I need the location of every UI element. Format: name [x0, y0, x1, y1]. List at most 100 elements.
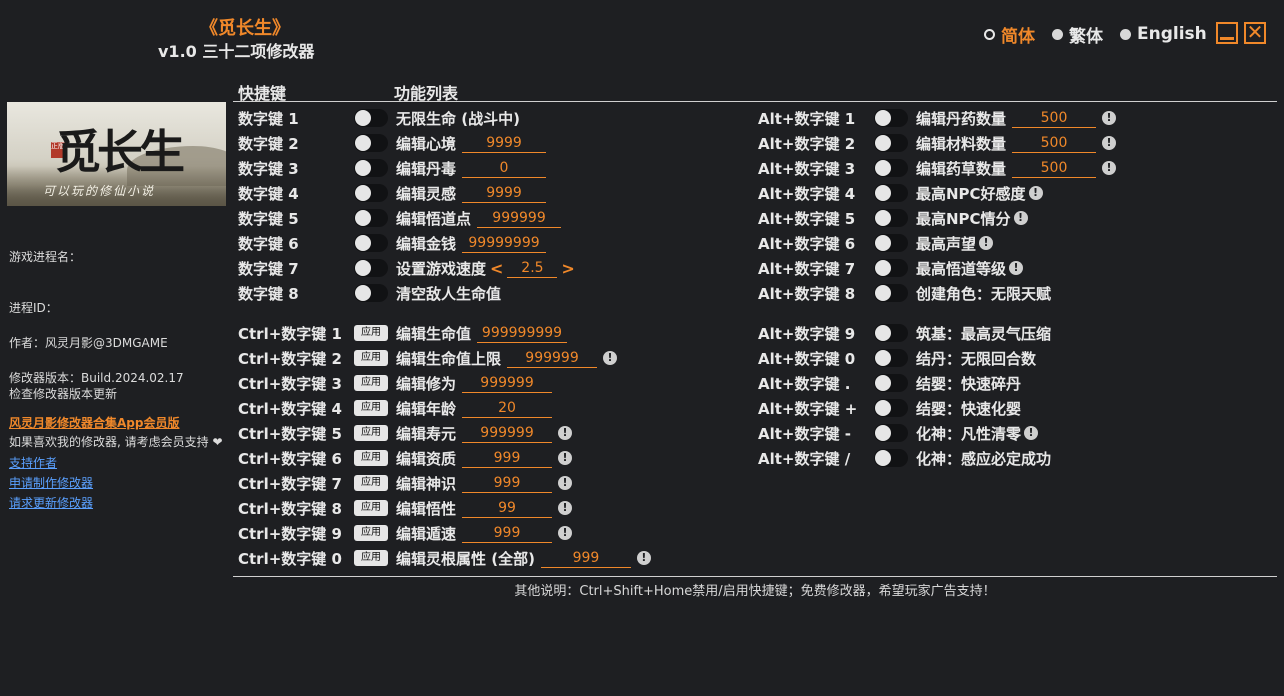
cheat-toggle[interactable]	[874, 234, 908, 252]
value-input[interactable]: 999	[541, 549, 631, 568]
cheat-row: Ctrl+数字键 1 应用 编辑生命值 999999999	[238, 322, 567, 344]
cheat-label: 编辑遁速	[396, 523, 456, 544]
info-icon[interactable]: !	[1029, 186, 1043, 200]
apply-button[interactable]: 应用	[354, 525, 388, 541]
cheat-toggle[interactable]	[354, 284, 388, 302]
info-icon[interactable]: !	[558, 426, 572, 440]
lang-simplified-option[interactable]: 简体	[984, 24, 1035, 44]
cheat-toggle[interactable]	[354, 109, 388, 127]
value-input[interactable]: 0	[462, 159, 546, 178]
value-input[interactable]: 9999	[462, 134, 546, 153]
request-update-link[interactable]: 请求更新修改器	[9, 494, 93, 511]
support-author-link[interactable]: 支持作者	[9, 454, 57, 471]
info-icon[interactable]: !	[1102, 136, 1116, 150]
cheat-toggle[interactable]	[354, 184, 388, 202]
info-icon[interactable]: !	[558, 451, 572, 465]
footer-divider	[233, 576, 1277, 577]
value-input[interactable]: 999999	[477, 209, 561, 228]
info-icon[interactable]: !	[558, 501, 572, 515]
cheat-toggle[interactable]	[354, 209, 388, 227]
value-input[interactable]: 99	[462, 499, 552, 518]
cheat-toggle[interactable]	[874, 259, 908, 277]
cheat-toggle[interactable]	[874, 109, 908, 127]
cheat-toggle[interactable]	[354, 134, 388, 152]
cheat-label: 编辑材料数量	[916, 133, 1006, 154]
value-input[interactable]: 999	[462, 449, 552, 468]
info-icon[interactable]: !	[1102, 161, 1116, 175]
cheat-toggle[interactable]	[874, 134, 908, 152]
cheat-toggle[interactable]	[354, 159, 388, 177]
value-input[interactable]: 99999999	[462, 234, 546, 253]
info-icon[interactable]: !	[603, 351, 617, 365]
info-icon[interactable]: !	[558, 476, 572, 490]
value-input[interactable]: 999	[462, 524, 552, 543]
value-input[interactable]: 999999	[462, 424, 552, 443]
cheat-label: 编辑生命值	[396, 323, 471, 344]
cheat-toggle[interactable]	[874, 424, 908, 442]
cheat-row: Ctrl+数字键 0 应用 编辑灵根属性 (全部) 999 !	[238, 547, 651, 569]
apply-button[interactable]: 应用	[354, 425, 388, 441]
apply-button[interactable]: 应用	[354, 475, 388, 491]
speed-input[interactable]: 2.5	[507, 259, 557, 278]
info-icon[interactable]: !	[637, 551, 651, 565]
cheat-toggle[interactable]	[874, 159, 908, 177]
info-icon[interactable]: !	[1024, 426, 1038, 440]
check-update-link[interactable]: 检查修改器版本更新	[9, 385, 117, 402]
cheat-toggle[interactable]	[874, 284, 908, 302]
cheat-row: Ctrl+数字键 9 应用 编辑遁速 999 !	[238, 522, 572, 544]
cheat-toggle[interactable]	[354, 259, 388, 277]
lang-traditional-option[interactable]: 繁体	[1052, 24, 1103, 44]
value-input[interactable]: 500	[1012, 134, 1096, 153]
request-trainer-link[interactable]: 申请制作修改器	[9, 474, 93, 491]
apply-button[interactable]: 应用	[354, 375, 388, 391]
minimize-button[interactable]	[1216, 22, 1238, 44]
increase-arrow-icon[interactable]: >	[561, 259, 574, 278]
cheat-row: Alt+数字键 5 最高NPC情分 !	[758, 207, 1028, 229]
cheat-label: 创建角色：无限天赋	[916, 283, 1051, 304]
cheat-row: 数字键 6 编辑金钱 99999999	[238, 232, 546, 254]
cheat-toggle[interactable]	[874, 184, 908, 202]
hotkey-label: 数字键 7	[238, 258, 354, 279]
cheat-row: 数字键 4 编辑灵感 9999	[238, 182, 546, 204]
cheat-row: 数字键 5 编辑悟道点 999999	[238, 207, 561, 229]
lang-english-option[interactable]: English	[1120, 24, 1207, 44]
game-cover-image: 正版 觅长生 可以玩的修仙小说	[7, 102, 226, 206]
info-icon[interactable]: !	[1014, 211, 1028, 225]
cheat-toggle[interactable]	[874, 324, 908, 342]
close-button[interactable]: ✕	[1244, 22, 1266, 44]
value-input[interactable]: 500	[1012, 159, 1096, 178]
info-icon[interactable]: !	[1102, 111, 1116, 125]
hotkey-label: 数字键 4	[238, 183, 354, 204]
cheat-label: 编辑悟性	[396, 498, 456, 519]
cheat-toggle[interactable]	[874, 374, 908, 392]
vip-app-link[interactable]: 风灵月影修改器合集App会员版	[9, 414, 179, 431]
apply-button[interactable]: 应用	[354, 400, 388, 416]
info-icon[interactable]: !	[979, 236, 993, 250]
value-input[interactable]: 500	[1012, 109, 1096, 128]
value-input[interactable]: 999999	[462, 374, 552, 393]
cheat-toggle[interactable]	[874, 209, 908, 227]
cheat-toggle[interactable]	[874, 449, 908, 467]
cheat-row: 数字键 3 编辑丹毒 0	[238, 157, 546, 179]
hotkey-label: Alt+数字键 8	[758, 283, 874, 304]
value-input[interactable]: 20	[462, 399, 552, 418]
apply-button[interactable]: 应用	[354, 550, 388, 566]
hotkey-label: Alt+数字键 .	[758, 373, 874, 394]
apply-button[interactable]: 应用	[354, 350, 388, 366]
decrease-arrow-icon[interactable]: <	[490, 259, 503, 278]
apply-button[interactable]: 应用	[354, 325, 388, 341]
apply-button[interactable]: 应用	[354, 500, 388, 516]
cheat-toggle[interactable]	[874, 349, 908, 367]
cheat-toggle[interactable]	[874, 399, 908, 417]
apply-button[interactable]: 应用	[354, 450, 388, 466]
cheat-toggle[interactable]	[354, 234, 388, 252]
value-input[interactable]: 999999999	[477, 324, 567, 343]
cheat-label: 编辑悟道点	[396, 208, 471, 229]
value-input[interactable]: 999999	[507, 349, 597, 368]
value-input[interactable]: 999	[462, 474, 552, 493]
cover-title: 觅长生	[55, 116, 181, 182]
value-input[interactable]: 9999	[462, 184, 546, 203]
info-icon[interactable]: !	[1009, 261, 1023, 275]
info-icon[interactable]: !	[558, 526, 572, 540]
cheat-row: Alt+数字键 7 最高悟道等级 !	[758, 257, 1023, 279]
